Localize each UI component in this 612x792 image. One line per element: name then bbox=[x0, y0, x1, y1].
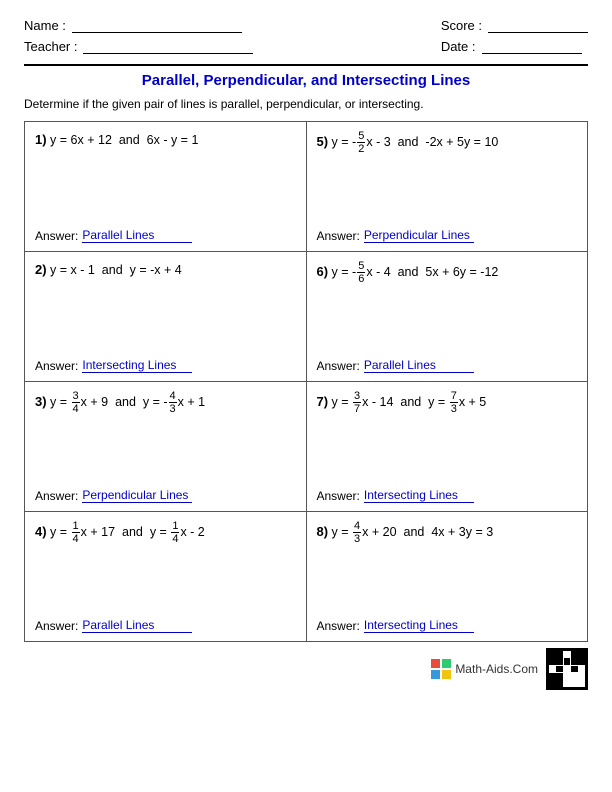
problem-2-content: 2) y = x - 1 and y = -x + 4 bbox=[35, 260, 296, 281]
problem-8-content: 8) y = 43x + 20 and 4x + 3y = 3 bbox=[317, 520, 578, 545]
teacher-field: Teacher : bbox=[24, 39, 253, 54]
problem-2-number: 2) bbox=[35, 262, 47, 277]
problem-2: 2) y = x - 1 and y = -x + 4 Answer: Inte… bbox=[25, 252, 307, 382]
problem-3-answer-label: Answer: bbox=[35, 489, 78, 503]
problem-7-answer: Intersecting Lines bbox=[364, 488, 474, 503]
header-divider bbox=[24, 64, 588, 66]
date-line bbox=[482, 40, 582, 54]
problem-6: 6) y = -56x - 4 and 5x + 6y = -12 Answer… bbox=[306, 252, 588, 382]
header-left: Name : Teacher : bbox=[24, 18, 253, 54]
score-field: Score : bbox=[441, 18, 588, 33]
problem-2-equation: y = x - 1 and y = -x + 4 bbox=[50, 263, 182, 277]
problem-4-answer-label: Answer: bbox=[35, 619, 78, 633]
problem-4-number: 4) bbox=[35, 524, 47, 539]
problem-4-content: 4) y = 14x + 17 and y = 14x - 2 bbox=[35, 520, 296, 545]
problem-2-answer-label: Answer: bbox=[35, 359, 78, 373]
problem-7-answer-label: Answer: bbox=[317, 489, 360, 503]
score-label: Score : bbox=[441, 18, 482, 33]
problem-1-content: 1) y = 6x + 12 and 6x - y = 1 bbox=[35, 130, 296, 151]
problem-7-number: 7) bbox=[317, 394, 329, 409]
problem-1-answer: Parallel Lines bbox=[82, 228, 192, 243]
problem-3-answer: Perpendicular Lines bbox=[82, 488, 192, 503]
problem-2-answer-row: Answer: Intersecting Lines bbox=[35, 358, 192, 373]
problem-8-answer-row: Answer: Intersecting Lines bbox=[317, 618, 474, 633]
table-row: 2) y = x - 1 and y = -x + 4 Answer: Inte… bbox=[25, 252, 588, 382]
problem-3-answer-row: Answer: Perpendicular Lines bbox=[35, 488, 192, 503]
problem-7: 7) y = 37x - 14 and y = 73x + 5 Answer: … bbox=[306, 382, 588, 512]
qr-code bbox=[546, 648, 588, 690]
score-line bbox=[488, 19, 588, 33]
problem-4-answer: Parallel Lines bbox=[82, 618, 192, 633]
problem-5-answer-row: Answer: Perpendicular Lines bbox=[317, 228, 474, 243]
problem-1-equation: y = 6x + 12 and 6x - y = 1 bbox=[50, 133, 198, 147]
problem-4: 4) y = 14x + 17 and y = 14x - 2 Answer: … bbox=[25, 512, 307, 642]
problem-6-answer: Parallel Lines bbox=[364, 358, 474, 373]
problem-6-answer-label: Answer: bbox=[317, 359, 360, 373]
header-right: Score : Date : bbox=[441, 18, 588, 54]
problem-2-answer: Intersecting Lines bbox=[82, 358, 192, 373]
teacher-label: Teacher : bbox=[24, 39, 77, 54]
problem-6-content: 6) y = -56x - 4 and 5x + 6y = -12 bbox=[317, 260, 578, 285]
problem-5-content: 5) y = -52x - 3 and -2x + 5y = 10 bbox=[317, 130, 578, 155]
date-label: Date : bbox=[441, 39, 476, 54]
problem-7-answer-row: Answer: Intersecting Lines bbox=[317, 488, 474, 503]
problem-5: 5) y = -52x - 3 and -2x + 5y = 10 Answer… bbox=[306, 122, 588, 252]
table-row: 1) y = 6x + 12 and 6x - y = 1 Answer: Pa… bbox=[25, 122, 588, 252]
name-line bbox=[72, 19, 242, 33]
problem-4-equation: y = 14x + 17 and y = 14x - 2 bbox=[50, 525, 205, 539]
problem-7-content: 7) y = 37x - 14 and y = 73x + 5 bbox=[317, 390, 578, 415]
problem-1-number: 1) bbox=[35, 132, 47, 147]
qr-inner bbox=[549, 651, 585, 687]
problem-8-answer: Intersecting Lines bbox=[364, 618, 474, 633]
footer-logo: Math-Aids.Com bbox=[431, 659, 538, 679]
problem-1: 1) y = 6x + 12 and 6x - y = 1 Answer: Pa… bbox=[25, 122, 307, 252]
problem-6-equation: y = -56x - 4 and 5x + 6y = -12 bbox=[332, 265, 499, 279]
problem-8-answer-label: Answer: bbox=[317, 619, 360, 633]
instructions: Determine if the given pair of lines is … bbox=[24, 97, 588, 111]
problem-5-equation: y = -52x - 3 and -2x + 5y = 10 bbox=[332, 135, 499, 149]
problem-8: 8) y = 43x + 20 and 4x + 3y = 3 Answer: … bbox=[306, 512, 588, 642]
problem-6-answer-row: Answer: Parallel Lines bbox=[317, 358, 474, 373]
problem-8-equation: y = 43x + 20 and 4x + 3y = 3 bbox=[332, 525, 494, 539]
footer: Math-Aids.Com bbox=[24, 648, 588, 690]
logo-icon bbox=[431, 659, 451, 679]
problem-1-answer-row: Answer: Parallel Lines bbox=[35, 228, 192, 243]
header: Name : Teacher : Score : Date : bbox=[24, 18, 588, 54]
problem-8-number: 8) bbox=[317, 524, 329, 539]
problem-1-answer-label: Answer: bbox=[35, 229, 78, 243]
problem-4-answer-row: Answer: Parallel Lines bbox=[35, 618, 192, 633]
table-row: 3) y = 34x + 9 and y = -43x + 1 Answer: … bbox=[25, 382, 588, 512]
problem-3-equation: y = 34x + 9 and y = -43x + 1 bbox=[50, 395, 205, 409]
problem-5-answer: Perpendicular Lines bbox=[364, 228, 474, 243]
problem-3: 3) y = 34x + 9 and y = -43x + 1 Answer: … bbox=[25, 382, 307, 512]
date-field: Date : bbox=[441, 39, 588, 54]
page-title: Parallel, Perpendicular, and Intersectin… bbox=[24, 72, 588, 89]
footer-logo-text: Math-Aids.Com bbox=[455, 662, 538, 676]
name-field: Name : bbox=[24, 18, 253, 33]
table-row: 4) y = 14x + 17 and y = 14x - 2 Answer: … bbox=[25, 512, 588, 642]
teacher-line bbox=[83, 40, 253, 54]
problem-3-number: 3) bbox=[35, 394, 47, 409]
problems-grid: 1) y = 6x + 12 and 6x - y = 1 Answer: Pa… bbox=[24, 121, 588, 642]
name-label: Name : bbox=[24, 18, 66, 33]
problem-3-content: 3) y = 34x + 9 and y = -43x + 1 bbox=[35, 390, 296, 415]
problem-6-number: 6) bbox=[317, 264, 329, 279]
problem-5-answer-label: Answer: bbox=[317, 229, 360, 243]
problem-5-number: 5) bbox=[317, 134, 329, 149]
problem-7-equation: y = 37x - 14 and y = 73x + 5 bbox=[332, 395, 487, 409]
